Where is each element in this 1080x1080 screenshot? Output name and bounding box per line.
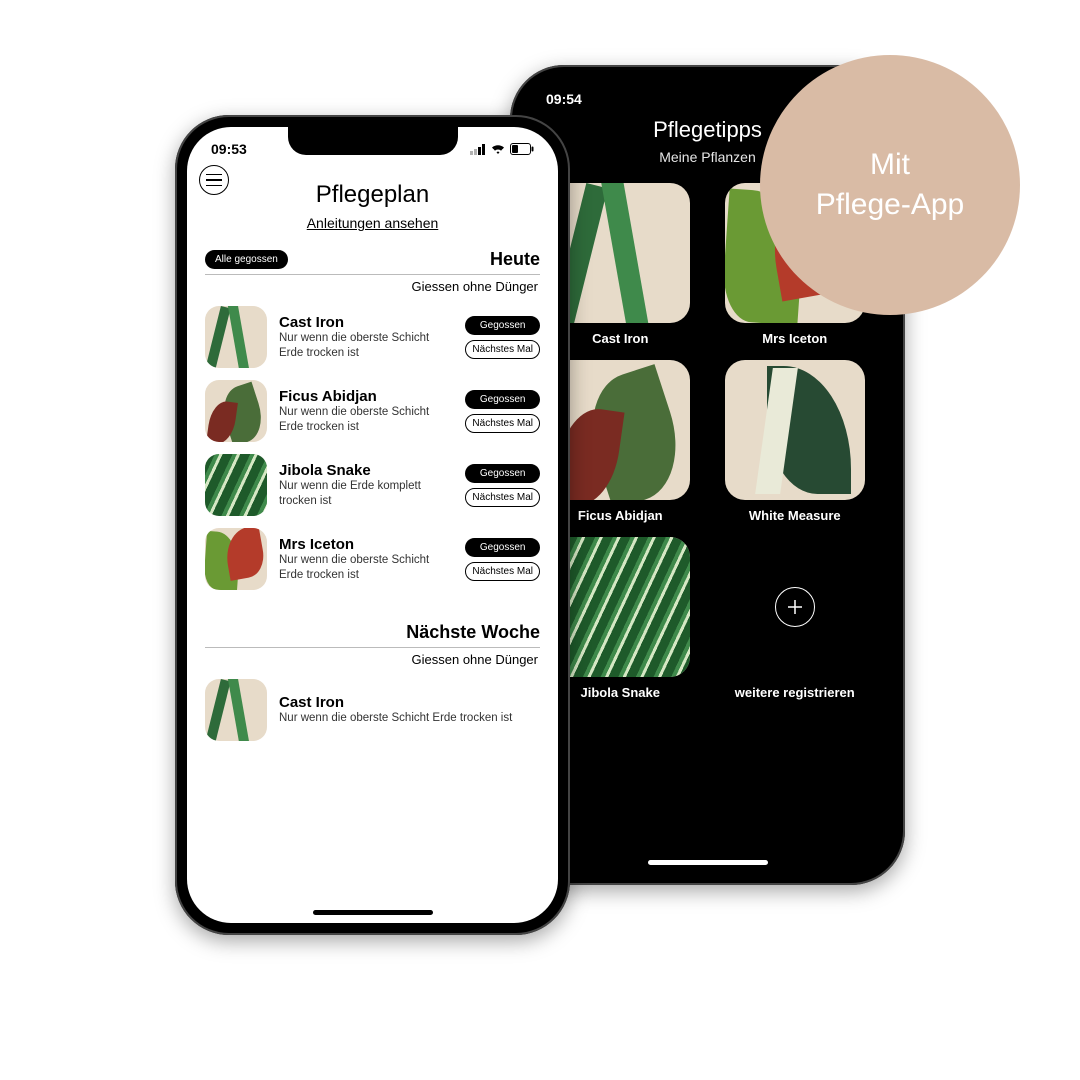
all-watered-button[interactable]: Alle gegossen bbox=[205, 250, 288, 269]
phone-left: 09:53 Pflegeplan Anleitungen ansehen All… bbox=[175, 115, 570, 935]
tile-label: Ficus Abidjan bbox=[578, 508, 663, 523]
battery-icon bbox=[510, 143, 534, 155]
plant-desc: Nur wenn die oberste Schicht Erde trocke… bbox=[279, 331, 453, 360]
plus-icon bbox=[775, 587, 815, 627]
next-time-button[interactable]: Nächstes Mal bbox=[465, 562, 540, 581]
section-caption: Giessen ohne Dünger bbox=[187, 650, 558, 673]
section-heading-today: Heute bbox=[288, 249, 540, 270]
watered-button[interactable]: Gegossen bbox=[465, 538, 540, 557]
divider bbox=[205, 647, 540, 648]
plant-thumbnail[interactable] bbox=[205, 380, 267, 442]
next-time-button[interactable]: Nächstes Mal bbox=[465, 488, 540, 507]
section-heading-nextweek: Nächste Woche bbox=[205, 622, 540, 643]
promo-badge: Mit Pflege-App bbox=[760, 55, 1020, 315]
plant-row: Jibola SnakeNur wenn die Erde komplett t… bbox=[187, 448, 558, 522]
notch bbox=[623, 77, 793, 105]
watered-button[interactable]: Gegossen bbox=[465, 316, 540, 335]
plant-desc: Nur wenn die Erde komplett trocken ist bbox=[279, 479, 453, 508]
plant-name: Cast Iron bbox=[279, 314, 453, 331]
plant-row: Cast IronNur wenn die oberste Schicht Er… bbox=[187, 673, 558, 747]
next-time-button[interactable]: Nächstes Mal bbox=[465, 340, 540, 359]
tile-label: Cast Iron bbox=[592, 331, 648, 346]
plant-thumbnail[interactable] bbox=[205, 454, 267, 516]
next-time-button[interactable]: Nächstes Mal bbox=[465, 414, 540, 433]
plant-thumbnail[interactable] bbox=[205, 528, 267, 590]
plant-row: Ficus AbidjanNur wenn die oberste Schich… bbox=[187, 374, 558, 448]
notch bbox=[288, 127, 458, 155]
tile-label: Mrs Iceton bbox=[762, 331, 827, 346]
plant-name: Ficus Abidjan bbox=[279, 388, 453, 405]
page-title: Pflegeplan bbox=[187, 181, 558, 209]
home-indicator bbox=[648, 860, 768, 865]
status-time: 09:53 bbox=[211, 141, 247, 157]
signal-icon bbox=[470, 144, 486, 155]
plant-name: Cast Iron bbox=[279, 694, 540, 711]
status-time: 09:54 bbox=[546, 91, 582, 107]
home-indicator bbox=[313, 910, 433, 915]
add-plant-tile[interactable]: weitere registrieren bbox=[717, 537, 874, 700]
plant-desc: Nur wenn die oberste Schicht Erde trocke… bbox=[279, 405, 453, 434]
section-caption: Giessen ohne Dünger bbox=[187, 277, 558, 300]
tile-label: White Measure bbox=[749, 508, 841, 523]
wifi-icon bbox=[490, 143, 506, 155]
tile-label: Jibola Snake bbox=[581, 685, 660, 700]
plant-tile[interactable]: White Measure bbox=[717, 360, 874, 523]
plant-desc: Nur wenn die oberste Schicht Erde trocke… bbox=[279, 711, 540, 725]
badge-line1: Mit bbox=[870, 148, 910, 181]
plant-row: Cast IronNur wenn die oberste Schicht Er… bbox=[187, 300, 558, 374]
plant-desc: Nur wenn die oberste Schicht Erde trocke… bbox=[279, 553, 453, 582]
plant-thumbnail[interactable] bbox=[205, 306, 267, 368]
plant-name: Jibola Snake bbox=[279, 462, 453, 479]
instructions-link[interactable]: Anleitungen ansehen bbox=[187, 215, 558, 231]
tile-label: weitere registrieren bbox=[735, 685, 855, 700]
plant-thumbnail[interactable] bbox=[205, 679, 267, 741]
plant-row: Mrs IcetonNur wenn die oberste Schicht E… bbox=[187, 522, 558, 596]
badge-line2: Pflege-App bbox=[816, 188, 964, 221]
watered-button[interactable]: Gegossen bbox=[465, 464, 540, 483]
status-icons bbox=[470, 143, 534, 155]
watered-button[interactable]: Gegossen bbox=[465, 390, 540, 409]
plant-name: Mrs Iceton bbox=[279, 536, 453, 553]
divider bbox=[205, 274, 540, 275]
